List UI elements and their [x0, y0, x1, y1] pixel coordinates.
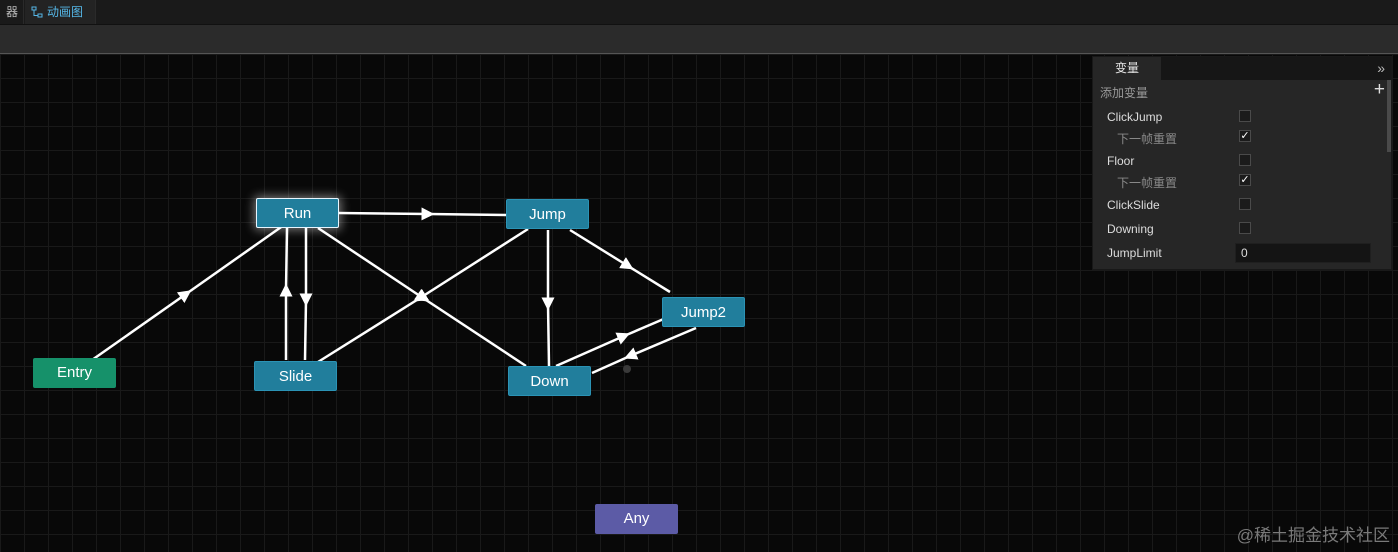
variable-checkbox[interactable] [1239, 110, 1251, 122]
variables-panel-tab-bar: 变量 » [1093, 57, 1391, 80]
variable-name: ClickJump [1107, 110, 1163, 124]
panel-scrollbar[interactable] [1387, 80, 1391, 152]
state-node-entry[interactable]: Entry [33, 358, 116, 388]
edge-entry-run[interactable] [91, 223, 285, 362]
state-node-down[interactable]: Down [508, 366, 591, 396]
variable-name: ClickSlide [1107, 198, 1160, 212]
edge-jump-jump2[interactable] [569, 228, 671, 294]
tab-previous[interactable]: 器 [0, 0, 24, 24]
add-variable-icon[interactable]: + [1374, 79, 1385, 101]
tab-variables[interactable]: 变量 [1093, 57, 1161, 80]
variable-row-reset-next-frame: 下一帧重置 ✓ [1093, 127, 1393, 147]
edge-run-jump[interactable] [337, 207, 507, 221]
variable-row-reset-next-frame: 下一帧重置 ✓ [1093, 171, 1393, 191]
connection-handle[interactable] [623, 365, 631, 373]
tab-animator-label: 动画图 [47, 5, 84, 19]
toolbar [0, 25, 1398, 54]
animator-graph-icon [31, 6, 43, 18]
edge-jump2-down[interactable] [591, 326, 697, 375]
add-variable-row: 添加变量 + [1093, 79, 1391, 102]
edge-run-slide[interactable] [299, 228, 313, 361]
state-node-jump[interactable]: Jump [506, 199, 589, 229]
variable-name: JumpLimit [1107, 246, 1162, 260]
variable-name: Downing [1107, 222, 1154, 236]
collapse-icon[interactable]: » [1377, 57, 1385, 80]
variable-option-label: 下一帧重置 [1117, 132, 1178, 146]
variable-row-floor: Floor [1093, 151, 1393, 171]
watermark: @稀土掘金技术社区 [1236, 526, 1390, 545]
tab-animator[interactable]: 动画图 [25, 0, 96, 24]
state-node-jump2[interactable]: Jump2 [662, 297, 745, 327]
variable-checkbox[interactable]: ✓ [1239, 174, 1251, 186]
editor-tab-bar: 器 动画图 [0, 0, 1398, 25]
tab-previous-label: 器 [6, 5, 19, 19]
add-variable-label: 添加变量 [1100, 86, 1149, 100]
edge-slide-run[interactable] [279, 227, 293, 360]
variable-option-label: 下一帧重置 [1117, 176, 1178, 190]
edge-down-jump2[interactable] [555, 316, 667, 368]
state-node-any[interactable]: Any [595, 504, 678, 534]
variable-checkbox[interactable] [1239, 154, 1251, 166]
state-node-run[interactable]: Run [256, 198, 339, 228]
variable-row-clickjump: ClickJump [1093, 107, 1393, 127]
variable-row-downing: Downing [1093, 219, 1393, 239]
variable-name: Floor [1107, 154, 1135, 168]
jumplimit-value-input[interactable] [1235, 243, 1371, 263]
edge-jump-down[interactable] [541, 230, 555, 367]
variable-checkbox[interactable] [1239, 222, 1251, 234]
state-node-slide[interactable]: Slide [254, 361, 337, 391]
variables-panel: 变量 » 添加变量 + ClickJump 下一帧重置 ✓ Floor 下一帧重… [1092, 56, 1392, 270]
variable-row-jumplimit: JumpLimit [1093, 243, 1393, 263]
variable-row-clickslide: ClickSlide [1093, 195, 1393, 215]
variable-checkbox[interactable] [1239, 198, 1251, 210]
variable-checkbox[interactable]: ✓ [1239, 130, 1251, 142]
